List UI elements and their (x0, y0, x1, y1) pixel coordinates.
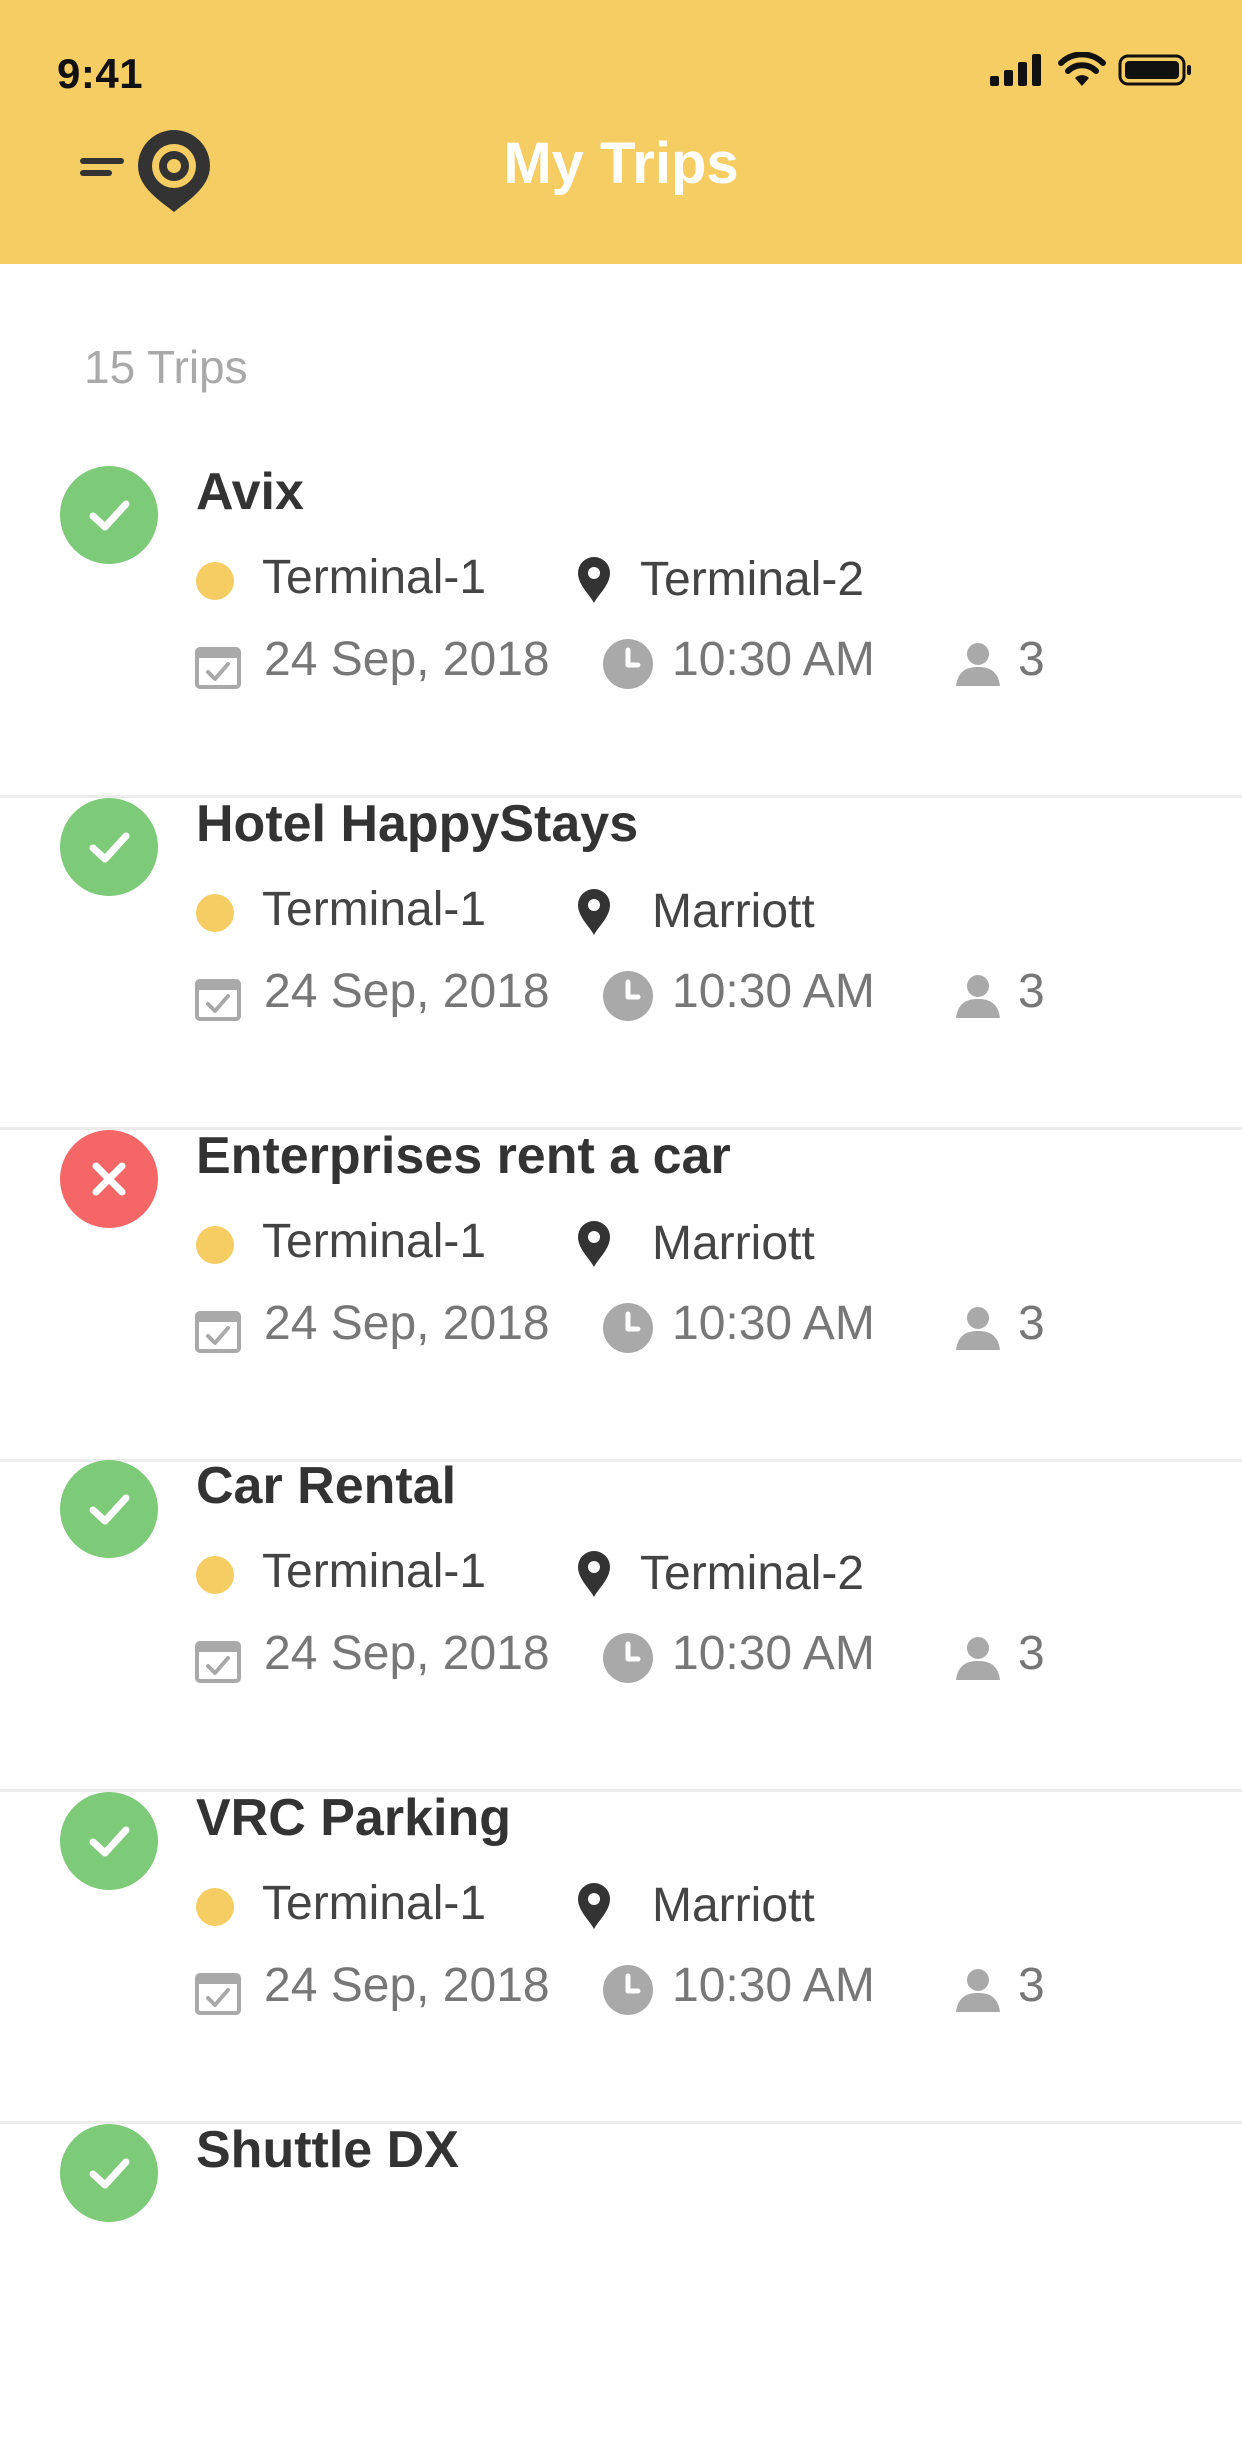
trip-name: Hotel HappyStays (196, 795, 639, 853)
trip-origin: Terminal-1 (262, 1215, 487, 1268)
trip-date: 24 Sep, 2018 (264, 965, 550, 1018)
trip-row[interactable]: Shuttle DX (0, 2121, 1242, 2456)
calendar-icon (194, 974, 242, 1027)
trip-row[interactable]: Hotel HappyStays Terminal-1 Marriott 24 Sep… (0, 795, 1242, 1130)
map-pin-icon (576, 888, 612, 941)
trip-time: 10:30 AM (672, 1627, 875, 1680)
clock-icon (602, 1302, 654, 1359)
status-bar-time: 9:41 (57, 50, 144, 97)
trip-row[interactable]: VRC Parking Terminal-1 Marriott 24 Sep, 201… (0, 1789, 1242, 2124)
calendar-icon (194, 1636, 242, 1689)
trip-origin: Terminal-1 (262, 883, 487, 936)
trip-row[interactable]: Avix Terminal-1 Terminal-2 24 Sep, 2018 10:3… (0, 463, 1242, 798)
trip-destination: Marriott (652, 1879, 815, 1932)
trip-destination: Terminal-2 (640, 1547, 865, 1600)
person-icon (954, 1966, 1002, 2019)
trip-time: 10:30 AM (672, 965, 875, 1018)
map-pin-icon (576, 1550, 612, 1603)
check-icon (60, 466, 158, 564)
trip-time: 10:30 AM (672, 633, 875, 686)
trip-destination: Terminal-2 (640, 553, 865, 606)
trip-date: 24 Sep, 2018 (264, 633, 550, 686)
trip-passengers: 3 (1018, 965, 1045, 1018)
trip-time: 10:30 AM (672, 1297, 875, 1350)
battery-icon (1118, 54, 1194, 91)
trip-origin: Terminal-1 (262, 1877, 487, 1930)
clock-icon (602, 1964, 654, 2021)
person-icon (954, 640, 1002, 693)
trip-name: Shuttle DX (196, 2121, 459, 2179)
person-icon (954, 972, 1002, 1025)
trip-name: Avix (196, 463, 304, 521)
clock-icon (602, 638, 654, 695)
trip-time: 10:30 AM (672, 1959, 875, 2012)
trip-name: VRC Parking (196, 1789, 511, 1847)
check-icon (60, 2124, 158, 2222)
origin-dot-icon (196, 894, 234, 932)
calendar-icon (194, 1306, 242, 1359)
person-icon (954, 1304, 1002, 1357)
calendar-icon (194, 1968, 242, 2021)
trip-date: 24 Sep, 2018 (264, 1627, 550, 1680)
trip-date: 24 Sep, 2018 (264, 1959, 550, 2012)
trip-passengers: 3 (1018, 1297, 1045, 1350)
trip-passengers: 3 (1018, 1959, 1045, 2012)
origin-dot-icon (196, 562, 234, 600)
page-title: My Trips (503, 131, 739, 196)
trip-passengers: 3 (1018, 1627, 1045, 1680)
person-icon (954, 1634, 1002, 1687)
check-icon (60, 1460, 158, 1558)
close-icon (60, 1130, 158, 1228)
trip-name: Car Rental (196, 1457, 457, 1515)
trip-row[interactable]: Car Rental Terminal-1 Terminal-2 24 Sep, 20… (0, 1457, 1242, 1792)
map-pin-icon (576, 1220, 612, 1273)
check-icon (60, 798, 158, 896)
cellular-signal-icon (990, 54, 1046, 91)
trips-count: 15 Trips (84, 341, 248, 393)
app-header: 9:41 My Trips (0, 0, 1242, 264)
trip-passengers: 3 (1018, 633, 1045, 686)
clock-icon (602, 970, 654, 1027)
check-icon (60, 1792, 158, 1890)
trip-origin: Terminal-1 (262, 551, 487, 604)
calendar-icon (194, 642, 242, 695)
trip-row[interactable]: Enterprises rent a car Terminal-1 Marriott… (0, 1127, 1242, 1462)
map-pin-icon (576, 1882, 612, 1935)
trip-destination: Marriott (652, 885, 815, 938)
trip-date: 24 Sep, 2018 (264, 1297, 550, 1350)
trip-destination: Marriott (652, 1217, 815, 1270)
trip-origin: Terminal-1 (262, 1545, 487, 1598)
origin-dot-icon (196, 1226, 234, 1264)
trip-name: Enterprises rent a car (196, 1127, 731, 1185)
origin-dot-icon (196, 1888, 234, 1926)
map-pin-icon (576, 556, 612, 609)
wifi-icon (1058, 51, 1106, 93)
clock-icon (602, 1632, 654, 1689)
origin-dot-icon (196, 1556, 234, 1594)
